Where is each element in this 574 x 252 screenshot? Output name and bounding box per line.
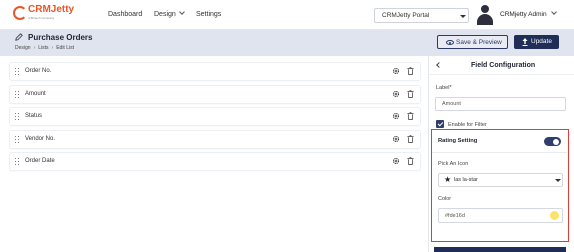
- rating-setting-title: Rating Setting: [438, 138, 478, 144]
- user-avatar-icon[interactable]: [476, 5, 494, 25]
- field-label: Status: [25, 113, 43, 119]
- enable-filter-label: Enable for Filter: [448, 122, 487, 128]
- breadcrumb-design[interactable]: Design: [15, 45, 31, 51]
- back-chevron-icon[interactable]: [436, 62, 442, 68]
- page-header: Purchase Orders Design › Lists › Edit List S…: [0, 30, 574, 56]
- upload-icon: [522, 38, 528, 46]
- rating-toggle[interactable]: [544, 137, 561, 146]
- nav-design[interactable]: Design: [154, 9, 185, 18]
- field-label: Vendor No.: [25, 136, 56, 142]
- nav-dashboard[interactable]: Dashboard: [108, 11, 142, 18]
- panel-title: Field Configuration: [471, 62, 536, 69]
- pick-icon-caption: Pick An Icon: [438, 161, 469, 167]
- label-input-value: Amount: [442, 101, 461, 107]
- panel-header: Field Configuration: [429, 56, 574, 75]
- user-menu[interactable]: CRMjetty Admin: [500, 9, 558, 18]
- eye-icon: [446, 40, 454, 45]
- chevron-down-icon: [551, 9, 558, 15]
- list-field-row[interactable]: Vendor No.: [10, 131, 420, 148]
- portal-select[interactable]: CRMJetty Portal: [374, 8, 469, 23]
- drag-handle-icon[interactable]: [15, 136, 20, 144]
- pencil-icon: [15, 33, 23, 41]
- user-name: CRMjetty Admin: [500, 11, 547, 18]
- gear-icon[interactable]: [392, 67, 400, 75]
- trash-icon[interactable]: [407, 157, 414, 165]
- field-label: Amount: [25, 91, 46, 97]
- update-label: Update: [531, 38, 552, 45]
- trash-icon[interactable]: [407, 135, 414, 143]
- logo-text: CRMJetty: [28, 4, 75, 15]
- chevron-down-icon: [178, 9, 185, 15]
- star-icon: ★: [444, 175, 452, 184]
- rating-setting-section: Rating Setting Pick An Icon ★ las la-sta…: [431, 129, 569, 242]
- breadcrumb-edit-list: Edit List: [56, 45, 74, 51]
- drag-handle-icon[interactable]: [15, 158, 20, 166]
- divider: [432, 152, 567, 153]
- breadcrumb: Design › Lists › Edit List: [15, 45, 74, 51]
- gear-icon[interactable]: [392, 135, 400, 143]
- gear-icon[interactable]: [392, 157, 400, 165]
- icon-select[interactable]: ★ las la-star: [438, 173, 563, 187]
- field-label: Order Date: [25, 158, 55, 164]
- color-input-value: #fde16d: [445, 213, 465, 219]
- list-field-row[interactable]: Order No.: [10, 63, 420, 80]
- trash-icon[interactable]: [407, 67, 414, 75]
- nav-dashboard-label: Dashboard: [108, 11, 143, 18]
- save-preview-label: Save & Preview: [456, 39, 502, 46]
- label-caption: Label*: [436, 85, 452, 91]
- trash-icon[interactable]: [407, 90, 414, 98]
- enable-filter-checkbox[interactable]: [436, 120, 444, 128]
- list-field-row[interactable]: Amount: [10, 86, 420, 103]
- logo-tagline: A Biztech Company: [28, 16, 55, 20]
- list-field-row[interactable]: Status: [10, 108, 420, 125]
- logo-mark: [13, 6, 27, 20]
- drag-handle-icon[interactable]: [15, 68, 20, 76]
- update-button[interactable]: Update: [514, 35, 559, 49]
- save-preview-button[interactable]: Save & Preview: [437, 35, 508, 49]
- icon-select-value: las la-star: [454, 177, 478, 183]
- gear-icon[interactable]: [392, 90, 400, 98]
- label-input[interactable]: Amount: [435, 97, 566, 111]
- panel-footer-bar: [434, 247, 566, 252]
- color-swatch[interactable]: [550, 211, 559, 220]
- drag-handle-icon[interactable]: [15, 91, 20, 99]
- top-navbar: CRMJetty A Biztech Company Dashboard Des…: [0, 0, 574, 30]
- nav-settings-label: Settings: [196, 11, 222, 18]
- caret-down-icon: [555, 179, 561, 182]
- field-label: Order No.: [25, 68, 52, 74]
- caret-down-icon: [460, 15, 466, 18]
- drag-handle-icon[interactable]: [15, 113, 20, 121]
- color-caption: Color: [438, 196, 452, 202]
- gear-icon[interactable]: [392, 112, 400, 120]
- portal-select-value: CRMJetty Portal: [382, 12, 430, 19]
- list-field-row[interactable]: Order Date: [10, 153, 420, 170]
- nav-design-label: Design: [154, 11, 176, 18]
- breadcrumb-lists[interactable]: Lists: [38, 45, 48, 51]
- nav-settings[interactable]: Settings: [196, 11, 221, 18]
- trash-icon[interactable]: [407, 112, 414, 120]
- color-input[interactable]: #fde16d: [438, 208, 563, 223]
- page-title: Purchase Orders: [28, 33, 93, 42]
